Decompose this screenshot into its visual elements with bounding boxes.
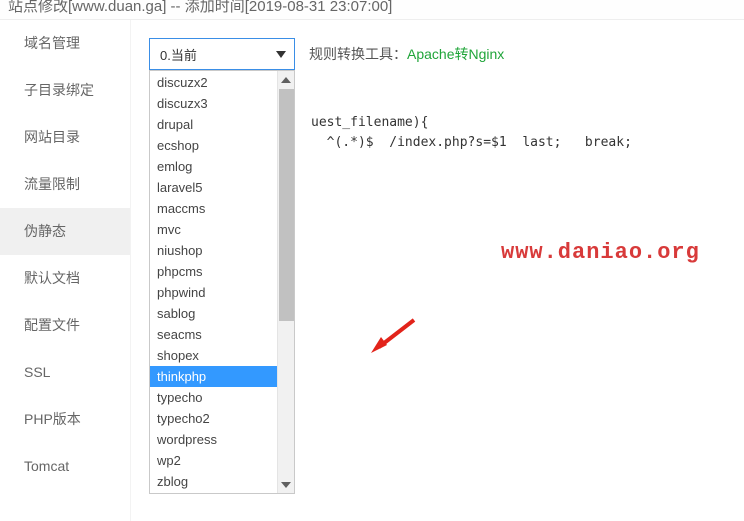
dropdown-option[interactable]: typecho <box>150 387 277 408</box>
template-dropdown: discuzx2discuzx3drupalecshopemloglaravel… <box>149 70 295 494</box>
toolbar-label: 规则转换工具：Apache转Nginx <box>309 44 504 64</box>
template-select[interactable]: 0.当前 <box>149 38 295 70</box>
dropdown-option[interactable]: maccms <box>150 198 277 219</box>
scroll-thumb[interactable] <box>279 89 294 475</box>
dropdown-option[interactable]: discuzx3 <box>150 93 277 114</box>
dropdown-option[interactable]: phpcms <box>150 261 277 282</box>
window-title: 站点修改[www.duan.ga] -- 添加时间[2019-08-31 23:… <box>0 0 744 20</box>
sidebar-item-0[interactable]: 域名管理 <box>0 20 130 67</box>
rewrite-rules-code: uest_filename){ ^(.*)$ /index.php?s=$1 l… <box>311 113 632 153</box>
sidebar-item-1[interactable]: 子目录绑定 <box>0 67 130 114</box>
sidebar-item-5[interactable]: 默认文档 <box>0 255 130 302</box>
dropdown-scrollbar[interactable] <box>277 71 294 493</box>
watermark: www.daniao.org <box>501 240 700 265</box>
main-panel: 0.当前 规则转换工具：Apache转Nginx discuzx2discuzx… <box>130 20 744 521</box>
dropdown-option[interactable]: laravel5 <box>150 177 277 198</box>
dropdown-option[interactable]: wp2 <box>150 450 277 471</box>
dropdown-option[interactable]: shopex <box>150 345 277 366</box>
select-value: 0.当前 <box>160 45 197 64</box>
dropdown-option[interactable]: niushop <box>150 240 277 261</box>
dropdown-option[interactable]: discuzx2 <box>150 72 277 93</box>
dropdown-option[interactable]: zblog <box>150 471 277 492</box>
chevron-down-icon <box>276 51 286 58</box>
dropdown-option[interactable]: seacms <box>150 324 277 345</box>
sidebar-item-6[interactable]: 配置文件 <box>0 302 130 349</box>
dropdown-option[interactable]: typecho2 <box>150 408 277 429</box>
scroll-down-icon[interactable] <box>278 476 295 493</box>
sidebar-item-4[interactable]: 伪静态 <box>0 208 130 255</box>
annotation-arrow-icon <box>369 315 419 355</box>
sidebar-item-2[interactable]: 网站目录 <box>0 114 130 161</box>
dropdown-option[interactable]: wordpress <box>150 429 277 450</box>
scroll-up-icon[interactable] <box>278 71 295 88</box>
dropdown-option[interactable]: drupal <box>150 114 277 135</box>
dropdown-option[interactable]: sablog <box>150 303 277 324</box>
dropdown-option[interactable]: thinkphp <box>150 366 277 387</box>
sidebar-item-8[interactable]: PHP版本 <box>0 396 130 443</box>
sidebar: 域名管理子目录绑定网站目录流量限制伪静态默认文档配置文件SSLPHP版本Tomc… <box>0 20 130 521</box>
dropdown-option[interactable]: emlog <box>150 156 277 177</box>
convert-link[interactable]: Apache转Nginx <box>407 46 504 62</box>
dropdown-option[interactable]: ecshop <box>150 135 277 156</box>
sidebar-item-7[interactable]: SSL <box>0 349 130 396</box>
dropdown-option[interactable]: phpwind <box>150 282 277 303</box>
sidebar-item-3[interactable]: 流量限制 <box>0 161 130 208</box>
sidebar-item-9[interactable]: Tomcat <box>0 443 130 490</box>
dropdown-option[interactable]: mvc <box>150 219 277 240</box>
